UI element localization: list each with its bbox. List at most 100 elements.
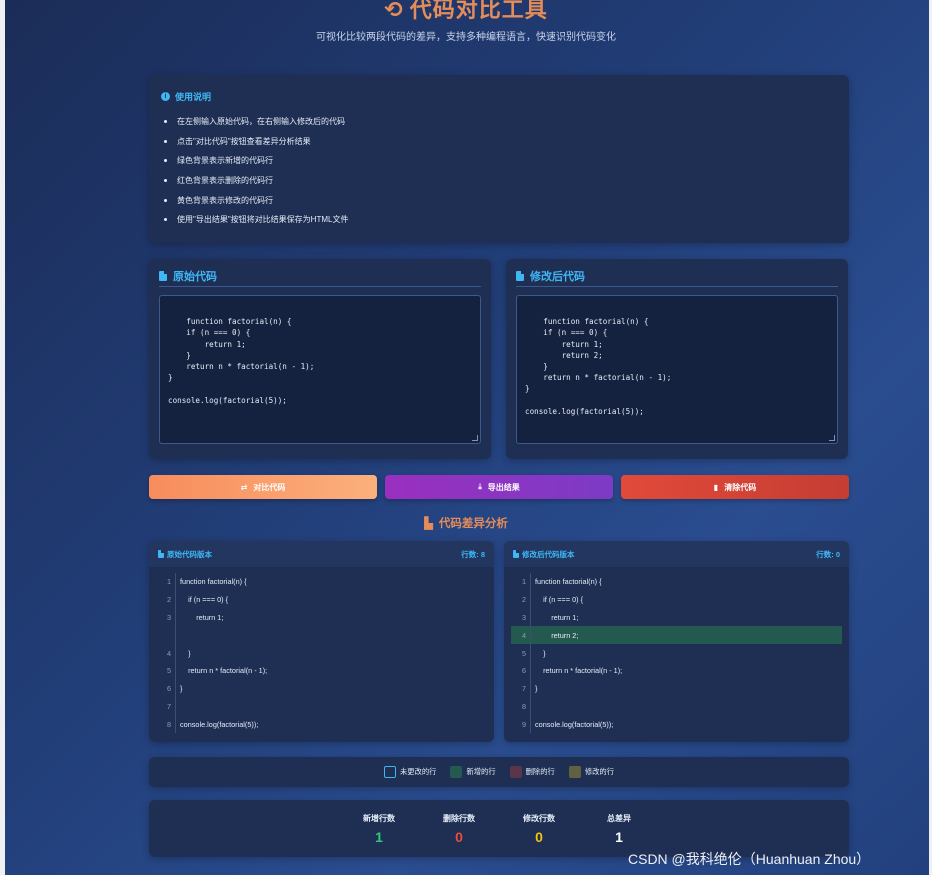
diff-line: 2 if (n === 0) {: [156, 590, 487, 609]
line-number: 7: [166, 701, 171, 711]
modified-code-panel: 修改后代码 function factorial(n) { if (n === …: [506, 259, 848, 459]
line-separator: [530, 626, 531, 645]
line-number: 8: [166, 719, 171, 729]
line-number: 9: [521, 719, 526, 729]
line-text: }: [180, 684, 183, 694]
sync-icon: ⟲: [384, 0, 404, 22]
line-number: 3: [521, 612, 526, 622]
diff-line: 4 return 2;: [511, 626, 842, 645]
legend-swatch: [568, 766, 581, 778]
line-text: }: [180, 648, 191, 658]
stat-total: 总差异 1: [579, 813, 659, 845]
instruction-item: 黄色背景表示修改的代码行: [164, 190, 837, 210]
original-diff-header: 原始代码版本 行数: 8: [149, 541, 494, 567]
original-code-input[interactable]: function factorial(n) { if (n === 0) { r…: [159, 295, 481, 444]
diff-line: 5 }: [511, 644, 842, 662]
line-text: function factorial(n) {: [180, 577, 247, 587]
modified-diff-header: 修改后代码版本 行数: 0: [504, 541, 849, 567]
original-diff-panel: 原始代码版本 行数: 8 1 function factorial(n) { 2 i…: [149, 541, 494, 742]
line-number: 5: [166, 666, 171, 676]
export-button[interactable]: ⤓ 导出结果: [385, 475, 613, 499]
line-separator: [530, 573, 531, 591]
diff-line: 3 return 1;: [156, 608, 487, 627]
line-text: return 2;: [535, 630, 579, 640]
diff-line: 1 function factorial(n) {: [156, 573, 487, 591]
info-icon: i: [161, 92, 170, 101]
legend-swatch: [450, 766, 463, 778]
diff-line: 7: [156, 697, 487, 716]
line-number: 8: [521, 701, 526, 711]
line-separator: [175, 679, 176, 698]
line-text: return 1;: [535, 612, 579, 622]
stat-modified: 修改行数 0: [499, 813, 579, 845]
page-subtitle: 可视化比较两段代码的差异，支持多种编程语言，快速识别代码变化: [316, 32, 616, 43]
instruction-item: 使用"导出结果"按钮将对比结果保存为HTML文件: [164, 210, 837, 230]
diff-line: 9 console.log(factorial(5));: [511, 715, 842, 734]
watermark: CSDN @我科绝伦（Huanhuan Zhou）: [628, 851, 871, 867]
diff-line: [156, 626, 487, 645]
legend-swatch: [383, 766, 396, 778]
stat-modified-value: 0: [535, 828, 543, 845]
diff-line: 6 return n * factorial(n - 1);: [511, 661, 842, 680]
instructions-title: i 使用说明: [161, 90, 837, 103]
legend-modified: 修改的行: [568, 766, 614, 778]
legend-added: 新增的行: [450, 766, 496, 778]
line-separator: [530, 644, 531, 662]
instruction-item: 绿色背景表示新增的代码行: [164, 151, 837, 171]
diff-line: 8 console.log(factorial(5));: [156, 715, 487, 734]
legend-panel: 未更改的行 新增的行 删除的行 修改的行: [149, 757, 849, 787]
line-count: 行数: 8: [461, 549, 485, 559]
original-diff-lines: 1 function factorial(n) { 2 if (n === 0) {…: [149, 567, 494, 734]
diff-line: 1 function factorial(n) {: [511, 573, 842, 591]
instruction-item: 红色背景表示删除的代码行: [164, 171, 837, 191]
clear-button[interactable]: ▮ 清除代码: [621, 475, 849, 499]
line-separator: [175, 626, 176, 645]
stat-deleted-value: 0: [455, 828, 463, 845]
file-code-icon: [159, 270, 167, 281]
line-text: if (n === 0) {: [535, 595, 584, 605]
line-number: 2: [166, 595, 171, 605]
diff-line: 8: [511, 697, 842, 716]
line-number: 5: [521, 648, 526, 658]
line-number: 4: [521, 630, 526, 640]
diff-section-title: ▙ 代码差异分析: [424, 518, 508, 530]
line-text: }: [535, 648, 546, 658]
instruction-item: 在左侧输入原始代码，在右侧输入修改后的代码: [164, 112, 837, 132]
line-text: if (n === 0) {: [180, 595, 229, 605]
modified-code-header: 修改后代码: [516, 269, 838, 287]
line-text: console.log(factorial(5));: [180, 719, 259, 729]
stat-total-value: 1: [615, 828, 623, 845]
line-separator: [530, 608, 531, 627]
exchange-icon: ⇄: [240, 482, 248, 492]
line-number: 1: [166, 577, 171, 587]
modified-diff-panel: 修改后代码版本 行数: 0 1 function factorial(n) {2 …: [504, 541, 849, 742]
file-icon: [158, 550, 164, 558]
line-separator: [530, 715, 531, 734]
file-code-icon: [516, 270, 524, 281]
diff-line: 3 return 1;: [511, 608, 842, 627]
line-separator: [530, 679, 531, 698]
line-separator: [175, 590, 176, 609]
line-number: 7: [521, 684, 526, 694]
line-separator: [175, 644, 176, 662]
window-frame-left: [0, 0, 5, 875]
diff-line: 7}: [511, 679, 842, 698]
legend-unchanged: 未更改的行: [383, 766, 436, 778]
resize-handle[interactable]: [829, 435, 835, 441]
line-text: function factorial(n) {: [535, 577, 602, 587]
modified-diff-lines: 1 function factorial(n) {2 if (n === 0) {…: [504, 567, 849, 734]
diff-line: 2 if (n === 0) {: [511, 590, 842, 609]
page-title: ⟲ 代码对比工具: [0, 0, 932, 24]
diff-line: 5 return n * factorial(n - 1);: [156, 661, 487, 680]
line-number: 6: [166, 684, 171, 694]
trash-icon: ▮: [713, 482, 719, 492]
compare-button[interactable]: ⇄ 对比代码: [149, 475, 377, 499]
line-text: console.log(factorial(5));: [535, 719, 614, 729]
line-separator: [175, 573, 176, 591]
modified-code-input[interactable]: function factorial(n) { if (n === 0) { r…: [516, 295, 838, 444]
line-number: 3: [166, 612, 171, 622]
resize-handle[interactable]: [472, 435, 478, 441]
line-separator: [530, 661, 531, 680]
original-diff-title: 原始代码版本: [167, 549, 212, 559]
legend-deleted: 删除的行: [509, 766, 555, 778]
